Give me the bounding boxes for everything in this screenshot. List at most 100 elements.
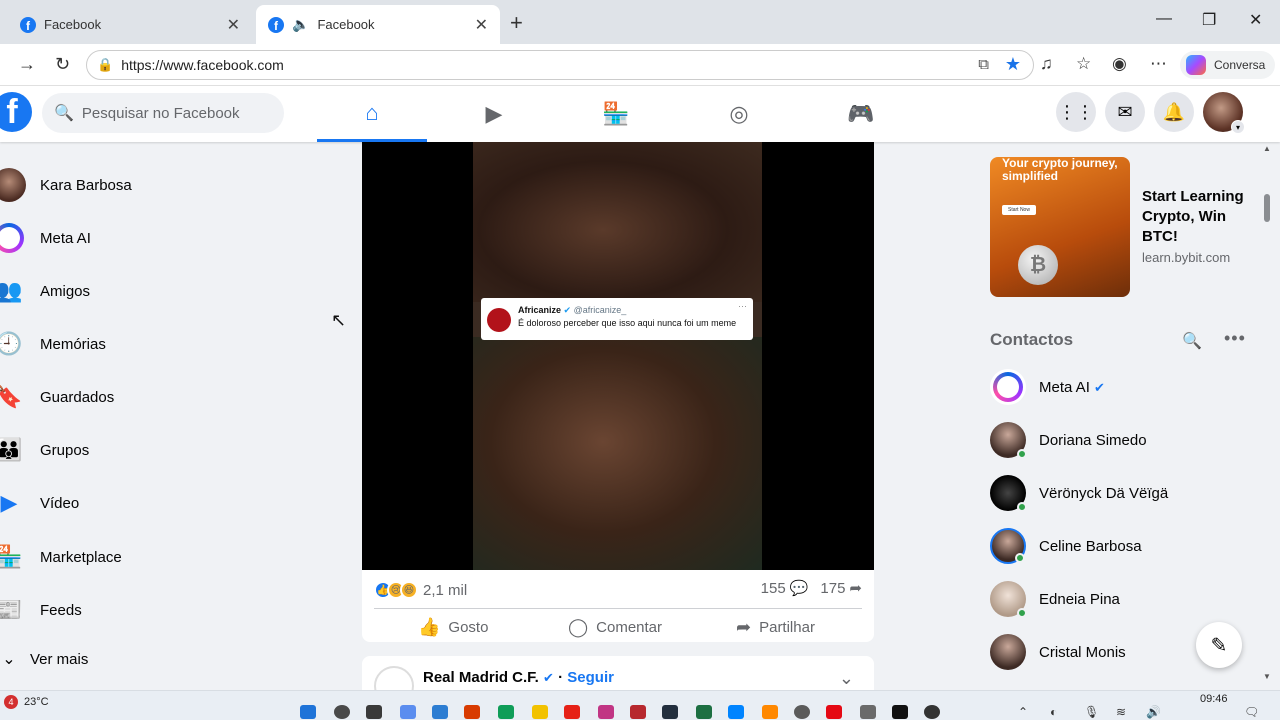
more-options-icon[interactable]: ••• (1224, 328, 1246, 349)
messenger-button[interactable]: ✉ (1105, 92, 1145, 132)
messenger-icon[interactable] (728, 705, 744, 719)
mail-icon[interactable] (630, 705, 646, 719)
app-icon[interactable] (924, 705, 940, 719)
restore-icon[interactable]: ❐ (1202, 10, 1216, 30)
netflix-icon[interactable] (826, 705, 842, 719)
browser-tab[interactable]: f Facebook ✕ (8, 5, 252, 44)
app-icon[interactable] (860, 705, 876, 719)
microphone-icon[interactable]: 🎙 (1084, 705, 1099, 719)
copilot-app-icon[interactable] (400, 705, 416, 719)
contact-item[interactable]: Edneia Pina (990, 579, 1120, 619)
profile-icon[interactable]: ◉ (1112, 54, 1127, 74)
lock-icon[interactable]: 🔒 (97, 57, 113, 73)
close-tab-icon[interactable]: ✕ (227, 15, 240, 35)
tweet-text: É doloroso perceber que isso aqui nunca … (518, 318, 737, 328)
read-aloud-icon[interactable]: ♫ (1040, 54, 1053, 74)
weather-badge: 4 (4, 695, 18, 709)
favorites-icon[interactable]: ☆ (1076, 54, 1091, 74)
nav-home-tab[interactable]: ⌂ (317, 86, 427, 142)
office-app-icon[interactable] (464, 705, 480, 719)
tiktok-icon[interactable] (892, 705, 908, 719)
forward-icon[interactable]: → (18, 54, 36, 75)
menu-button[interactable]: ⋮⋮ (1056, 92, 1096, 132)
page-scrollbar[interactable]: ▲ ▼ (1262, 142, 1272, 690)
scroll-down-icon[interactable]: ▼ (1263, 672, 1271, 681)
comment-button[interactable]: ◯ Comentar (568, 612, 662, 642)
nav-marketplace-tab[interactable]: 🏪 (561, 86, 671, 142)
share-button[interactable]: ➦ Partilhar (736, 612, 815, 642)
sidebar-item-label: Vídeo (40, 494, 80, 512)
comment-count[interactable]: 155 (761, 580, 786, 597)
search-contacts-icon[interactable]: 🔍 (1182, 331, 1202, 351)
screen: f Facebook ✕ f 🔈 Facebook ✕ + — ❐ ✕ → ↻ … (0, 0, 1280, 720)
right-sidebar: Your crypto journey, simplified Start No… (976, 142, 1256, 690)
sponsored-ad-image[interactable]: Your crypto journey, simplified Start No… (990, 157, 1130, 297)
share-count[interactable]: 175 (820, 580, 845, 597)
amazon-icon[interactable] (662, 705, 678, 719)
follow-button[interactable]: Seguir (567, 669, 614, 686)
post-video[interactable]: Africanize ✔ @africanize_ É doloroso per… (362, 142, 874, 570)
page-name[interactable]: Real Madrid C.F. (423, 669, 539, 686)
search-icon[interactable] (334, 705, 350, 719)
store-icon[interactable] (432, 705, 448, 719)
video-icon: ▶ (485, 101, 503, 126)
engagement-counts: 155 💬 175 ➦ (757, 579, 862, 598)
system-clock[interactable]: 09:46 (1200, 693, 1228, 705)
comment-label: Comentar (596, 618, 663, 636)
copilot-button[interactable]: Conversa (1180, 51, 1276, 79)
volume-icon[interactable]: 🔊 (1146, 705, 1161, 719)
profile-avatar (0, 168, 26, 202)
like-button[interactable]: 👍 Gosto (418, 612, 488, 642)
embedded-tweet: Africanize ✔ @africanize_ É doloroso per… (481, 298, 753, 340)
contact-name: Vërönyck Dä Vëïgä (1039, 484, 1169, 502)
weather-widget[interactable]: 4 23°C (4, 695, 49, 709)
ad-title[interactable]: Start Learning Crypto, Win BTC! (1142, 187, 1252, 247)
file-explorer-icon[interactable] (532, 705, 548, 719)
contact-item[interactable]: Cristal Monis (990, 632, 1126, 672)
task-view-icon[interactable] (366, 705, 382, 719)
close-tab-icon[interactable]: ✕ (475, 15, 488, 35)
notifications-button[interactable]: 🔔 (1154, 92, 1194, 132)
network-icon[interactable]: ◐ (1050, 705, 1057, 719)
nav-gaming-tab[interactable]: 🎮 (806, 86, 916, 142)
favorite-star-icon[interactable]: ★ (1005, 54, 1021, 75)
post-options-icon[interactable]: ⌄ (839, 668, 854, 689)
tray-chevron-icon[interactable]: ⌃ (1018, 705, 1028, 719)
contact-item[interactable]: Vërönyck Dä Vëïgä (990, 473, 1168, 513)
contact-item[interactable]: Doriana Simedo (990, 420, 1147, 460)
comment-icon: ◯ (568, 616, 589, 637)
new-message-button[interactable]: ✎ (1196, 622, 1242, 668)
speaker-icon[interactable]: 🔈 (292, 16, 309, 33)
open-in-app-icon[interactable]: ⧉ (978, 56, 989, 73)
scrollbar-thumb[interactable] (1264, 194, 1270, 222)
post-image-top (473, 142, 762, 302)
minimize-icon[interactable]: — (1156, 10, 1172, 28)
facebook-logo[interactable]: f (0, 92, 32, 132)
facebook-favicon-icon: f (20, 16, 36, 33)
close-window-icon[interactable]: ✕ (1249, 10, 1262, 30)
scroll-up-icon[interactable]: ▲ (1263, 144, 1271, 153)
nav-groups-tab[interactable]: ◎ (684, 86, 794, 142)
facebook-favicon-icon: f (268, 16, 284, 33)
more-options-icon[interactable]: ⋯ (1150, 54, 1167, 74)
contact-item[interactable]: Celine Barbosa (990, 526, 1142, 566)
notifications-icon[interactable]: 🗨 (1244, 705, 1259, 719)
contact-avatar (990, 528, 1026, 564)
youtube-icon[interactable] (564, 705, 580, 719)
instagram-icon[interactable] (598, 705, 614, 719)
nav-video-tab[interactable]: ▶ (439, 86, 549, 142)
browser-tab-active[interactable]: f 🔈 Facebook ✕ (256, 5, 500, 44)
account-avatar[interactable]: ▾ (1203, 92, 1245, 134)
refresh-icon[interactable]: ↻ (55, 54, 70, 75)
app-icon[interactable] (794, 705, 810, 719)
search-input[interactable]: 🔍 Pesquisar no Facebook (42, 93, 284, 133)
contact-item-meta-ai[interactable]: Meta AI ✔ (990, 367, 1105, 407)
excel-icon[interactable] (696, 705, 712, 719)
wifi-icon[interactable]: ≋ (1116, 705, 1126, 719)
start-icon[interactable] (300, 705, 316, 719)
reaction-summary[interactable]: 👍 😢 😆 2,1 mil (374, 579, 467, 601)
new-tab-icon[interactable]: + (510, 10, 523, 36)
url-field[interactable]: 🔒 https://www.facebook.com ⧉ ★ (86, 50, 1034, 80)
vlc-icon[interactable] (762, 705, 778, 719)
edge-icon[interactable] (498, 705, 514, 719)
